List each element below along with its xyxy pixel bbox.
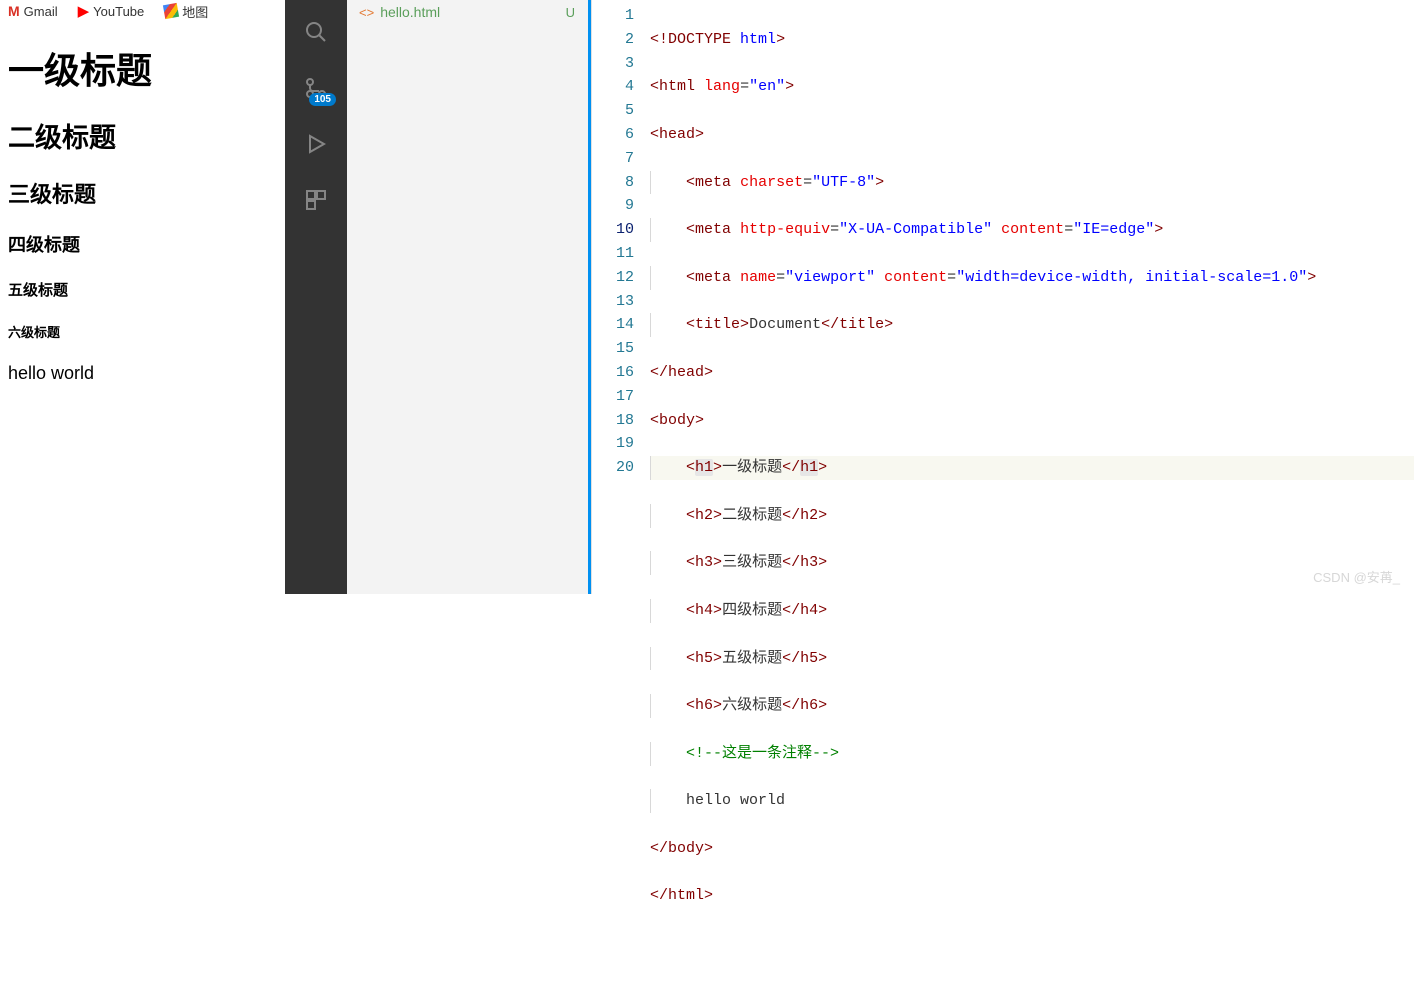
youtube-icon: ▶ (78, 2, 90, 20)
file-name-label: hello.html (380, 4, 440, 20)
html-file-icon: <> (359, 5, 374, 20)
bookmark-label: 地图 (182, 2, 208, 21)
scm-badge: 105 (309, 93, 336, 106)
run-debug-icon[interactable] (302, 130, 330, 158)
sidebar-resize-handle[interactable] (588, 0, 591, 594)
bookmark-gmail[interactable]: M Gmail (8, 3, 58, 19)
heading-2: 二级标题 (8, 116, 277, 155)
search-icon[interactable] (302, 18, 330, 46)
browser-rendered-page: M Gmail ▶ YouTube 地图 一级标题 二级标题 三级标题 四级标题… (0, 0, 285, 594)
bookmark-youtube[interactable]: ▶ YouTube (78, 2, 145, 20)
rendered-document: 一级标题 二级标题 三级标题 四级标题 五级标题 六级标题 hello worl… (0, 22, 285, 404)
maps-icon (163, 3, 179, 19)
paragraph-text: hello world (8, 363, 277, 384)
code-text[interactable]: <!DOCTYPE html> <html lang="en"> <head> … (650, 0, 1414, 1003)
heading-3: 三级标题 (8, 177, 277, 209)
heading-1: 一级标题 (8, 42, 277, 94)
file-item-hello-html[interactable]: <> hello.html U (347, 0, 591, 24)
git-status-untracked: U (566, 5, 579, 20)
explorer-sidebar: <> hello.html U (347, 0, 592, 594)
bookmarks-bar: M Gmail ▶ YouTube 地图 (0, 0, 285, 22)
bookmark-label: Gmail (24, 4, 58, 19)
vscode-activity-bar: 105 (285, 0, 347, 594)
heading-5: 五级标题 (8, 279, 277, 300)
gmail-icon: M (8, 3, 20, 19)
bookmark-label: YouTube (93, 4, 144, 19)
line-number-gutter[interactable]: 123456789 1011121314151617181920 (592, 0, 650, 1003)
watermark: CSDN @安苒_ (1313, 567, 1400, 586)
code-editor[interactable]: <> hello.html › ⬦ html › ⬦ body › ⬦ h1 1… (592, 0, 1414, 594)
bookmark-maps[interactable]: 地图 (164, 2, 208, 21)
heading-6: 六级标题 (8, 322, 277, 341)
source-controlM-icon[interactable]: 105 (302, 74, 330, 102)
heading-4: 四级标题 (8, 231, 277, 257)
extensions-icon[interactable] (302, 186, 330, 214)
